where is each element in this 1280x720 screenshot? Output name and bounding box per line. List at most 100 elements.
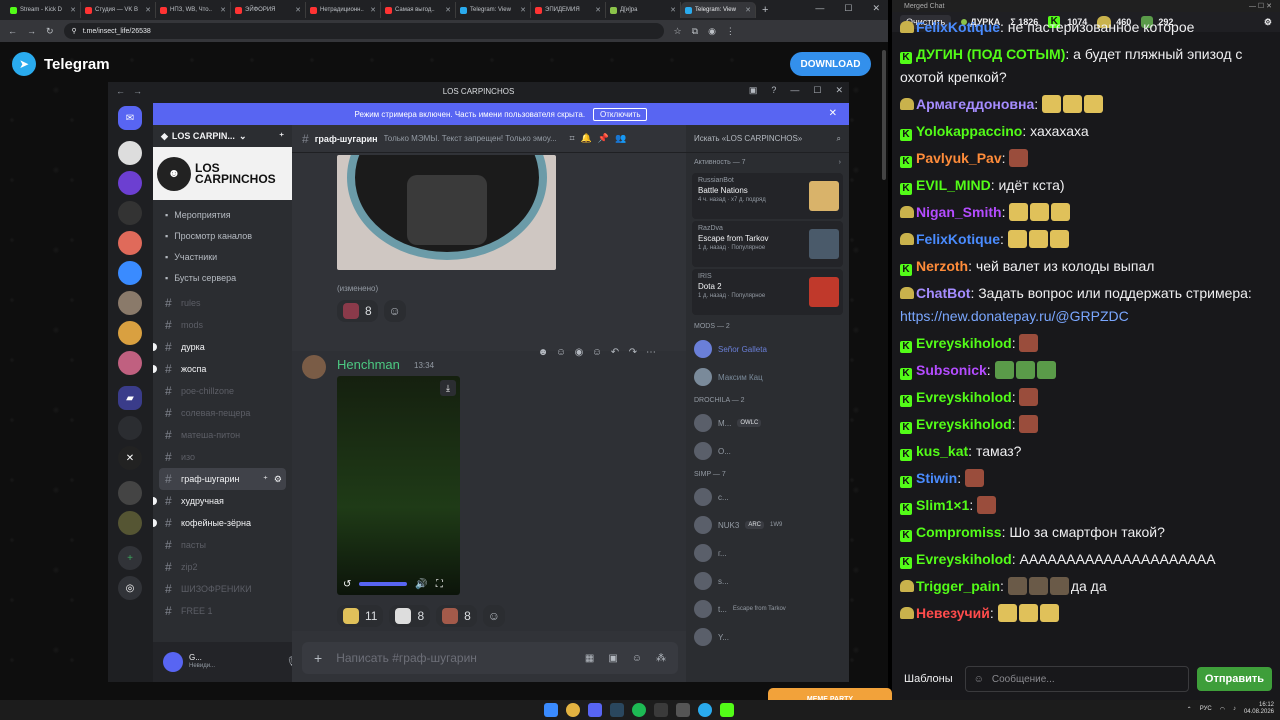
reaction[interactable]: 8 — [389, 605, 431, 627]
chat-username[interactable]: Yolokappaccino — [916, 123, 1022, 139]
address-bar[interactable]: ⚲ t.me/insect_life/26538 — [63, 23, 664, 39]
search-icon[interactable]: ⌕ — [837, 134, 841, 144]
channel-item[interactable]: # poe-chillzone — [153, 380, 292, 402]
video-player[interactable]: ⤓ ↺ 🔊 ⛶ — [337, 376, 460, 595]
add-reaction-button[interactable]: ☺ — [482, 605, 505, 627]
minimize-icon[interactable]: — — [815, 3, 824, 14]
progress-bar[interactable] — [359, 582, 408, 586]
server-icon[interactable]: ✕ — [118, 446, 142, 470]
steam-icon[interactable] — [610, 703, 624, 717]
threads-icon[interactable]: ⌗ — [570, 133, 575, 144]
channel-topic[interactable]: Только МЭМЫ. Текст запрещен! Только эмоу… — [384, 134, 564, 143]
chat-username[interactable]: Nigan_Smith — [916, 204, 1002, 220]
tab-close-icon[interactable]: ✕ — [745, 6, 751, 14]
channel-item[interactable]: # солевая-пещера — [153, 402, 292, 424]
plus-icon[interactable]: + — [314, 650, 322, 666]
maximize-icon[interactable]: ☐ — [813, 85, 821, 96]
browser-tab[interactable]: Stream - Kick D ✕ — [6, 2, 81, 18]
activity-card[interactable]: IRIS Dota 21 д. назад · Популярное — [692, 269, 843, 315]
quick-reaction-icon[interactable]: ◉ — [572, 347, 586, 358]
maximize-icon[interactable]: ☐ — [844, 3, 852, 14]
chat-username[interactable]: Stiwin — [916, 470, 957, 486]
site-info-icon[interactable]: ⚲ — [72, 27, 77, 35]
reply-icon[interactable]: ↶ — [608, 347, 622, 358]
disable-streamer-mode-button[interactable]: Отключить — [593, 107, 648, 121]
browser-tab[interactable]: Студия — VK В ✕ — [81, 2, 156, 18]
member-item[interactable]: г... — [686, 539, 849, 567]
chat-username[interactable]: Trigger_pain — [916, 578, 1000, 594]
forward-icon[interactable]: → — [27, 26, 36, 36]
chat-username[interactable]: Pavlyuk_Pav — [916, 150, 1002, 166]
server-icon[interactable] — [118, 171, 142, 195]
close-icon[interactable]: ✕ — [835, 85, 843, 96]
telegram-logo-icon[interactable]: ➤ — [12, 52, 36, 76]
member-item[interactable]: NUK3 ARC 1W9 — [686, 511, 849, 539]
chat-link[interactable]: https://new.donatepay.ru/@GRPZDC — [900, 308, 1129, 324]
server-icon[interactable] — [118, 351, 142, 375]
window-controls[interactable]: — ☐ ✕ — [1249, 2, 1272, 10]
volume-icon[interactable]: 🔊 — [415, 579, 427, 590]
profile-icon[interactable]: ◉ — [708, 26, 716, 37]
bookmark-star-icon[interactable]: ☆ — [674, 26, 682, 37]
quick-reaction-icon[interactable]: ☻ — [536, 347, 550, 358]
channel-item[interactable]: # ШИЗОФРЕНИКИ — [153, 578, 292, 600]
tab-close-icon[interactable]: ✕ — [145, 6, 151, 14]
chat-username[interactable]: Evreyskiholod — [916, 335, 1012, 351]
chat-username[interactable]: Evreyskiholod — [916, 389, 1012, 405]
tab-close-icon[interactable]: ✕ — [370, 6, 376, 14]
help-icon[interactable]: ? — [771, 85, 776, 96]
close-banner-icon[interactable]: ✕ — [829, 108, 837, 119]
quick-reaction-icon[interactable]: ☺ — [554, 347, 568, 358]
browser-tab[interactable]: ЭПИДЕМИЯ ✕ — [531, 2, 606, 18]
volume-icon[interactable]: ♪ — [1233, 706, 1236, 712]
bell-icon[interactable]: 🔔 — [581, 133, 592, 144]
invite-icon[interactable]: ⁺ — [279, 131, 284, 142]
avatar[interactable] — [302, 355, 326, 379]
channel-item[interactable]: # дурка — [153, 336, 292, 358]
browser-tab[interactable]: Telegram: View ✕ — [681, 2, 756, 18]
server-icon[interactable] — [118, 481, 142, 505]
channel-item[interactable]: # кофейные-зёрна — [153, 512, 292, 534]
chat-username[interactable]: ДУГИН (ПОД СОТЫМ) — [916, 46, 1065, 62]
chat-input[interactable]: ☺ Сообщение... — [964, 666, 1189, 692]
more-icon[interactable]: ⋯ — [644, 347, 658, 358]
channel-item[interactable]: # mods — [153, 314, 292, 336]
telegram-icon[interactable] — [698, 703, 712, 717]
folder-icon[interactable]: ▰ — [118, 386, 142, 410]
server-header[interactable]: ◆ LOS CARPIN... ⌄ ⁺ — [153, 125, 292, 147]
member-item[interactable]: s... — [686, 567, 849, 595]
kick-icon[interactable] — [720, 703, 734, 717]
server-icon[interactable] — [118, 321, 142, 345]
send-button[interactable]: Отправить — [1196, 667, 1272, 691]
server-icon[interactable] — [118, 261, 142, 285]
chevron-down-icon[interactable]: ⌄ — [239, 131, 247, 142]
app-icon[interactable] — [654, 703, 668, 717]
emoji-icon[interactable]: ☺ — [974, 674, 984, 685]
add-reaction-icon[interactable]: ☺ — [590, 347, 604, 358]
gift-icon[interactable]: ▦ — [585, 653, 594, 664]
user-info[interactable]: G... Невиди... — [189, 653, 215, 671]
chat-username[interactable]: Evreyskiholod — [916, 551, 1012, 567]
tab-close-icon[interactable]: ✕ — [445, 6, 451, 14]
server-menu-item[interactable]: ▪ Бусты сервера — [153, 267, 292, 288]
member-item[interactable]: t... Escape from Tarkov — [686, 595, 849, 623]
activity-card[interactable]: RazDva Escape from Tarkov 1 д. назад · Поп… — [692, 221, 843, 267]
tab-close-icon[interactable]: ✕ — [220, 6, 226, 14]
inbox-icon[interactable]: ▣ — [749, 85, 758, 96]
member-item[interactable]: Y... — [686, 623, 849, 651]
activity-header[interactable]: Активность — 7 › — [686, 153, 849, 171]
channel-item[interactable]: # zip2 — [153, 556, 292, 578]
channel-item[interactable]: # граф-шугарин ⁺ ⚙ — [159, 468, 286, 490]
language-indicator[interactable]: РУС — [1200, 706, 1212, 712]
download-button[interactable]: DOWNLOAD — [790, 52, 871, 76]
discord-icon[interactable] — [588, 703, 602, 717]
member-item[interactable]: O... — [686, 437, 849, 465]
reaction[interactable]: 11 — [337, 605, 384, 627]
chat-username[interactable]: Compromiss — [916, 524, 1002, 540]
server-icon[interactable] — [118, 291, 142, 315]
extensions-icon[interactable]: ⧉ — [692, 26, 698, 37]
server-menu-item[interactable]: ▪ Участники — [153, 246, 292, 267]
chat-username[interactable]: Evreyskiholod — [916, 416, 1012, 432]
server-icon[interactable] — [118, 141, 142, 165]
tab-close-icon[interactable]: ✕ — [670, 6, 676, 14]
